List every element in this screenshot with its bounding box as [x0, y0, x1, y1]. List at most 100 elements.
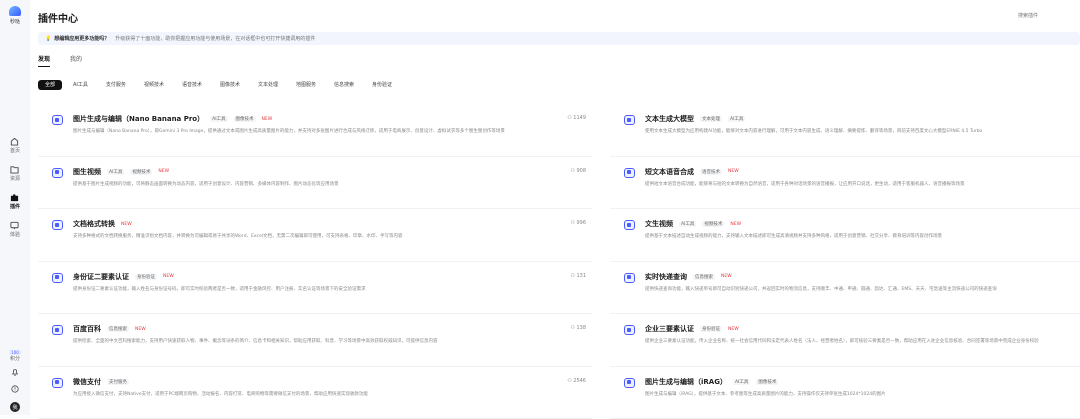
notice-text: 升级获得了十面功能，助你把握应用功能与使用场景，在对话框中也可打开快捷调用的插件	[115, 35, 315, 42]
user-count: ⚇ 131	[570, 273, 586, 279]
plugin-card[interactable]: 百度百科信息搜索NEW提供检索、全面的中文百科搜索能力，支持用户快速获取人物、事…	[38, 314, 592, 367]
plugin-card[interactable]: 图生视频AI工具视频技术NEW提供基于图片生成视频的功能，可将静态画面转换为动态…	[38, 157, 592, 210]
folder-icon	[10, 165, 19, 174]
plugin-tag: AI工具	[679, 221, 696, 227]
sidebar-item-resources[interactable]: 资源	[10, 165, 20, 193]
plugin-icon	[52, 115, 63, 125]
category-chip[interactable]: 身份验证	[365, 80, 399, 90]
plugin-card[interactable]: 文生视频 AI工具视频技术 NEW 提供基于文本描述自动生成视频的能力，支持输入文本描…	[610, 209, 1080, 262]
logo-text: 秒哒	[10, 18, 20, 25]
plugin-card[interactable]: 文本生成大模型文本处理AI工具使用文本生成大模型为应用构建AI功能，能够对文本内…	[610, 104, 1080, 157]
plugin-card[interactable]: 图片生成与编辑（Nano Banana Pro）AI工具图像技术NEW图片生成与…	[38, 104, 592, 157]
user-count: ⚇ 908	[570, 168, 586, 174]
category-chip[interactable]: 支付服务	[99, 80, 133, 90]
user-count-value: 131	[576, 273, 586, 279]
plugin-icon	[624, 325, 635, 335]
info-icon[interactable]	[11, 385, 19, 393]
plugin-icon	[624, 115, 635, 125]
plugin-name: 百度百科	[73, 324, 101, 334]
plugin-tag: 信息搜索	[693, 274, 715, 280]
user-count-value: 996	[576, 220, 586, 226]
plugin-tag: 语音技术	[700, 169, 722, 175]
page-title: 插件中心	[38, 10, 78, 25]
notice-title: 想编辑应用更多功能吗？	[54, 35, 109, 42]
plugin-name: 文生视频	[645, 219, 673, 229]
plugin-card[interactable]: 短文本语音合成语音技术NEW提供短文本语音合成功能，能够将与短的文本转换为自然语…	[610, 157, 1080, 210]
user-count: ⚇ 996	[570, 220, 586, 226]
plugin-icon	[624, 168, 635, 178]
plugin-icon	[624, 273, 635, 283]
avatar[interactable]: 我	[10, 402, 20, 412]
logo-icon[interactable]	[7, 6, 23, 16]
new-badge: NEW	[728, 169, 739, 174]
category-chip[interactable]: 视频技术	[137, 80, 171, 90]
sidebar-item-label: 首页	[10, 147, 20, 154]
category-chip[interactable]: AI工具	[66, 80, 95, 90]
notice-banner: 💡 想编辑应用更多功能吗？ 升级获得了十面功能，助你把握应用功能与使用场景，在对…	[38, 32, 1080, 45]
plugin-description: 提供基于文本描述自动生成视频的能力，支持输入文本描述即可生成高清视频并支持多种风…	[645, 233, 1080, 239]
category-chip[interactable]: 图像技术	[213, 80, 247, 90]
puzzle-icon	[10, 193, 19, 202]
new-badge: NEW	[721, 274, 732, 279]
new-badge: NEW	[158, 169, 169, 174]
new-badge: NEW	[730, 222, 741, 227]
plugin-tag: 身份验证	[135, 274, 157, 280]
plugin-name: 图片生成与编辑（iRAG）	[645, 377, 727, 387]
plugin-description: 提供企业三要素认证功能，传入企业名称、统一社会信用代码和法定代表人姓名（法人、经…	[645, 338, 1080, 344]
plugin-description: 提供身份证二要素认证功能，输入姓名与身份证号码，即可实时校验两者是否一致，适用于…	[73, 286, 592, 292]
new-badge: NEW	[163, 274, 174, 279]
plugin-card[interactable]: 企业三要素认证身份验证NEW提供企业三要素认证功能，传入企业名称、统一社会信用代…	[610, 314, 1080, 367]
plugin-tag: AI工具	[107, 169, 124, 175]
user-count: ⚇ 1149	[567, 115, 586, 121]
plugin-description: 图片生成与编辑（Nano Banana Pro），即Gemini 3 Pro I…	[73, 128, 592, 134]
category-filter: 全部 AI工具支付服务视频技术语音技术图像技术文本处理地图服务信息搜索身份验证	[38, 80, 399, 90]
plugin-name: 微信支付	[73, 377, 101, 387]
category-chip[interactable]: 文本处理	[251, 80, 285, 90]
user-count: ⚇ 2546	[567, 378, 586, 384]
plugin-card[interactable]: 身份证二要素认证身份验证NEW提供身份证二要素认证功能，输入姓名与身份证号码，即…	[38, 262, 592, 315]
plugin-tag: 视频技术	[702, 221, 724, 227]
plugin-icon	[52, 168, 63, 178]
tabs: 发现 我的	[38, 54, 82, 67]
category-chip[interactable]: 语音技术	[175, 80, 209, 90]
category-chip[interactable]: 全部	[38, 80, 62, 90]
plugin-icon	[52, 378, 63, 388]
bell-icon[interactable]	[11, 368, 19, 376]
category-chip[interactable]: 地图服务	[289, 80, 323, 90]
plugin-card[interactable]: 微信支付支付服务为应用接入微信支付，支持Native支付，适用于PC端网页购物、…	[38, 367, 592, 419]
plugin-icon	[624, 378, 635, 388]
plugin-card[interactable]: 文档格式转换NEW支持多种格式的文档转换服务，精准识别文档内容，并转换为可编辑或…	[38, 209, 592, 262]
search-input[interactable]	[1018, 10, 1066, 22]
plugin-description: 支持多种格式的文档转换服务，精准识别文档内容，并转换为可编辑或易于共享的Word…	[73, 233, 592, 239]
sidebar-item-label: 体验	[10, 231, 20, 238]
plugin-description: 提供快递查询功能，输入快递单号即可自动识别快递公司，并返回实时的物流信息，支持顺…	[645, 286, 1080, 292]
plugin-tag: AI工具	[733, 379, 750, 385]
user-count: ⚇ 138	[570, 325, 586, 331]
monitor-icon	[10, 221, 19, 230]
points-label: 积分	[10, 355, 20, 362]
tab-mine[interactable]: 我的	[70, 54, 82, 67]
plugin-card[interactable]: 图片生成与编辑（iRAG）AI工具图像技术图片生成与编辑（iRAG），提供基于文…	[610, 367, 1080, 419]
category-chip[interactable]: 信息搜索	[327, 80, 361, 90]
plugin-list: 图片生成与编辑（Nano Banana Pro）AI工具图像技术NEW图片生成与…	[38, 104, 1080, 419]
plugin-description: 为应用接入微信支付，支持Native支付，适用于PC端网页购物、活动报名、内容打…	[73, 391, 592, 397]
plugin-icon	[52, 325, 63, 335]
sidebar-item-experience[interactable]: 体验	[10, 221, 20, 249]
home-icon	[10, 137, 19, 146]
tab-discover[interactable]: 发现	[38, 54, 50, 67]
plugin-name: 图生视频	[73, 167, 101, 177]
plugin-name: 实时快递查询	[645, 272, 687, 282]
plugin-description: 提供短文本语音合成功能，能够将与短的文本转换为自然语音，适用于各种对话场景的语音…	[645, 181, 1080, 187]
new-badge: NEW	[728, 327, 739, 332]
plugin-tag: 图像技术	[756, 379, 778, 385]
plugin-tag: 支付服务	[107, 379, 129, 385]
plugin-tag: AI工具	[728, 116, 745, 122]
user-count-value: 2546	[573, 378, 586, 384]
plugin-card[interactable]: 实时快递查询信息搜索 NEW 提供快递查询功能，输入快递单号即可自动识别快递公司，并…	[610, 262, 1080, 315]
sidebar-item-label: 资源	[10, 175, 20, 182]
sidebar-item-plugins[interactable]: 插件	[10, 193, 20, 221]
plugin-tag: 文本处理	[700, 116, 722, 122]
plugin-tag: 信息搜索	[107, 326, 129, 332]
new-badge: NEW	[121, 222, 132, 227]
sidebar-item-home[interactable]: 首页	[10, 137, 20, 165]
